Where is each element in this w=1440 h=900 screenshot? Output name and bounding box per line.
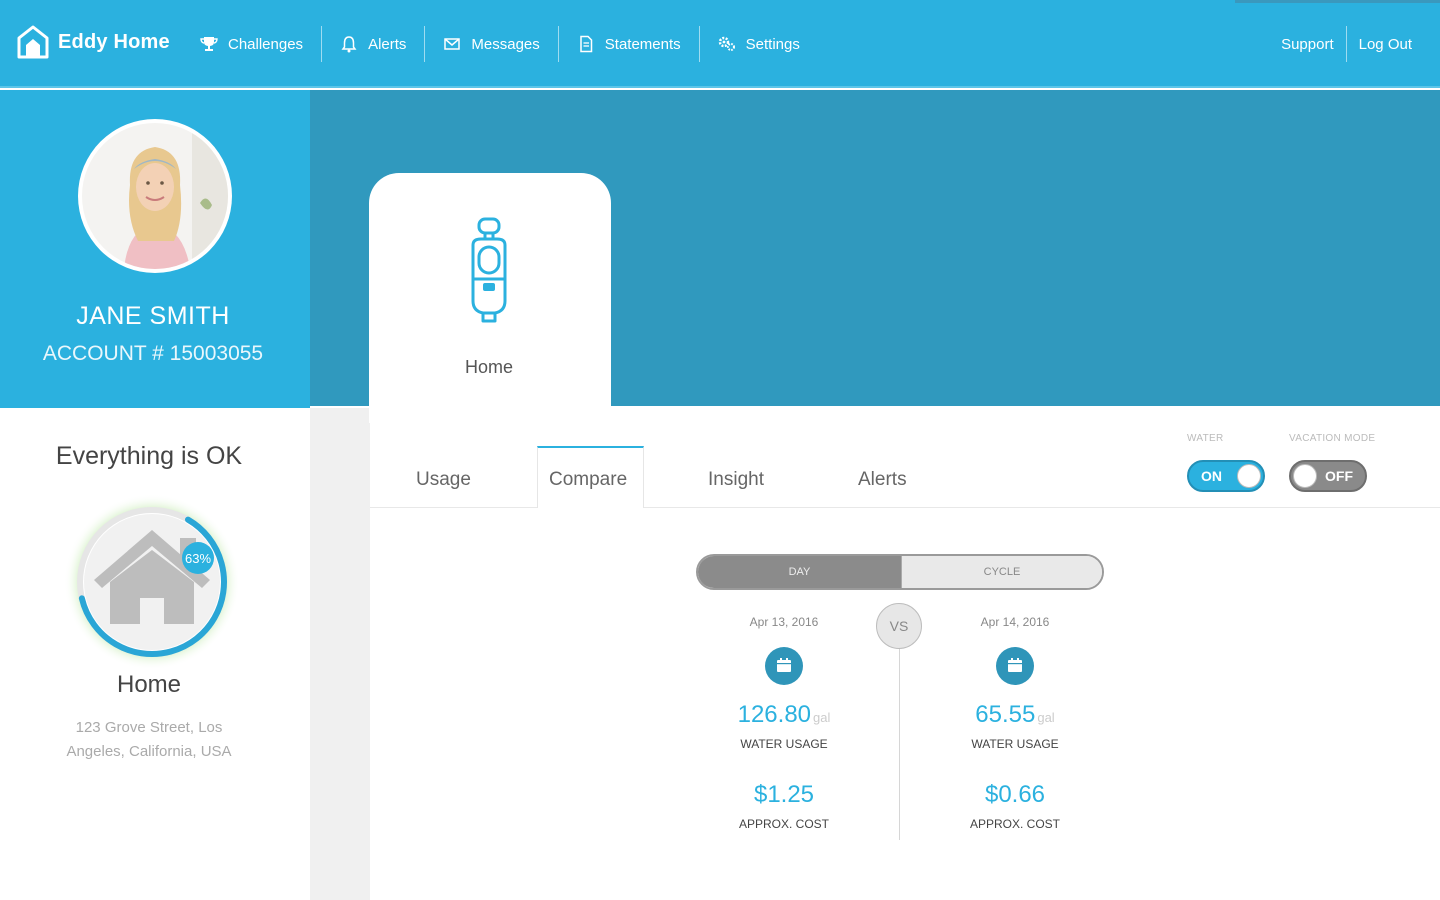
usage-number: 65.55: [975, 701, 1036, 728]
compare-left-date: Apr 13, 2016: [749, 615, 819, 629]
avatar[interactable]: [78, 119, 232, 273]
profile-panel: JANE SMITH ACCOUNT # 15003055: [0, 90, 310, 408]
tab-compare[interactable]: Compare: [549, 469, 627, 491]
compare-right-column: Apr 14, 2016 65.55 gal WATER USAGE $0.66 …: [925, 615, 1105, 831]
account-menu: Support Log Out: [1269, 26, 1424, 62]
home-usage-ring[interactable]: 63%: [64, 494, 240, 670]
water-sensor-icon: [471, 217, 507, 323]
tab-usage[interactable]: Usage: [416, 469, 471, 491]
nav-label: Settings: [745, 35, 800, 53]
approx-cost-label: APPROX. COST: [738, 817, 830, 831]
support-link[interactable]: Support: [1269, 26, 1346, 62]
usage-unit: gal: [1037, 710, 1055, 725]
device-label: Home: [464, 357, 513, 377]
content-gutter: [310, 408, 370, 900]
home-status-panel: Everything is OK 63% Home 123 Grove Stre…: [0, 408, 310, 900]
main-menu: Challenges Alerts Messages Statements Se…: [182, 26, 818, 62]
nav-settings[interactable]: Settings: [700, 26, 818, 62]
detail-tabs: [370, 406, 1440, 508]
brand[interactable]: Eddy Home: [16, 22, 170, 62]
house-logo-icon: [17, 25, 49, 59]
nav-label: Challenges: [228, 35, 304, 53]
calendar-icon: [1008, 658, 1022, 672]
segment-cycle[interactable]: CYCLE: [901, 556, 1102, 588]
nav-messages[interactable]: Messages: [425, 26, 557, 62]
water-toggle-state: ON: [1201, 468, 1222, 484]
document-icon: [580, 35, 593, 53]
approx-cost-value-right: $0.66: [984, 781, 1046, 808]
nav-label: Alerts: [368, 35, 407, 53]
water-usage-value-right: 65.55 gal: [925, 701, 1105, 729]
tab-insight[interactable]: Insight: [708, 469, 764, 491]
compare-left-column: Apr 13, 2016 126.80 gal WATER USAGE $1.25…: [694, 615, 874, 831]
date-picker-button-right[interactable]: [996, 647, 1034, 685]
usage-unit: gal: [813, 710, 831, 725]
envelope-icon: [444, 38, 461, 50]
bell-icon: [341, 36, 357, 53]
nav-label: Statements: [604, 35, 681, 53]
user-name: JANE SMITH: [76, 302, 230, 330]
water-toggle-label: WATER: [1187, 433, 1224, 444]
nav-challenges[interactable]: Challenges: [182, 26, 321, 62]
home-address: 123 Grove Street, Los Angeles, Californi…: [66, 719, 232, 760]
vs-badge: VS: [876, 603, 922, 649]
nav-label: Messages: [471, 35, 540, 53]
water-toggle[interactable]: ON: [1187, 460, 1265, 492]
water-usage-value-left: 126.80 gal: [694, 701, 874, 729]
top-accent-line: [1235, 0, 1440, 3]
toggle-knob: [1237, 464, 1261, 488]
brand-name: Eddy Home: [58, 30, 170, 53]
usage-percent-badge: 63%: [185, 551, 211, 566]
period-segmented-control: DAY CYCLE: [696, 554, 1104, 590]
trophy-icon: [200, 37, 218, 51]
vacation-mode-toggle[interactable]: OFF: [1289, 460, 1367, 492]
status-title: Everything is OK: [55, 442, 243, 470]
date-picker-button-left[interactable]: [765, 647, 803, 685]
vacation-toggle-label: VACATION MODE: [1289, 433, 1376, 444]
nav-statements[interactable]: Statements: [559, 26, 699, 62]
approx-cost-label: APPROX. COST: [969, 817, 1061, 831]
home-name: Home: [116, 671, 182, 698]
approx-cost-value-left: $1.25: [753, 781, 815, 808]
compare-divider: [899, 640, 900, 840]
toggle-knob: [1293, 464, 1317, 488]
user-photo: [82, 123, 228, 269]
logout-link[interactable]: Log Out: [1347, 26, 1424, 62]
nav-alerts[interactable]: Alerts: [322, 26, 424, 62]
account-number: ACCOUNT # 15003055: [42, 342, 264, 365]
calendar-icon: [777, 658, 791, 672]
gear-icon: [718, 36, 735, 51]
vacation-toggle-state: OFF: [1325, 468, 1353, 484]
compare-right-date: Apr 14, 2016: [980, 615, 1050, 629]
water-usage-label: WATER USAGE: [740, 737, 828, 751]
water-usage-label: WATER USAGE: [971, 737, 1059, 751]
tab-alerts[interactable]: Alerts: [858, 469, 907, 491]
segment-day[interactable]: DAY: [698, 556, 901, 588]
top-nav: Eddy Home Challenges Alerts Messages Sta…: [0, 0, 1440, 88]
usage-number: 126.80: [737, 701, 812, 728]
device-card-home[interactable]: Home: [369, 173, 611, 423]
